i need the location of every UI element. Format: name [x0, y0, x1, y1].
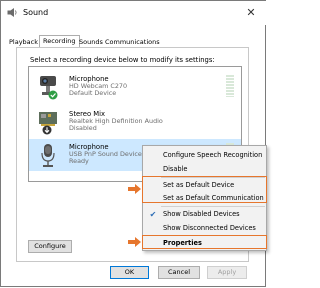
instruction-text: Select a recording device below to modif… — [30, 56, 215, 64]
menu-item-configure-speech-recognition[interactable]: Configure Speech Recognition — [143, 149, 266, 162]
window-title: Sound — [23, 8, 49, 17]
device-status: Disabled — [69, 124, 97, 132]
close-button[interactable]: ✕ — [244, 6, 258, 20]
title-bar: Sound ✕ — [1, 1, 266, 25]
level-meter — [226, 75, 234, 99]
apply-button[interactable]: Apply — [207, 266, 247, 279]
configure-button[interactable]: Configure — [28, 240, 72, 253]
ok-button[interactable]: OK — [110, 266, 149, 279]
speaker-icon — [7, 8, 17, 17]
menu-item-show-disconnected-devices[interactable]: Show Disconnected Devices — [143, 222, 266, 235]
menu-separator — [161, 206, 265, 207]
device-status: Ready — [69, 157, 89, 165]
green-check-icon — [48, 90, 58, 100]
highlight-box-default-options — [142, 176, 267, 203]
cancel-button[interactable]: Cancel — [158, 266, 200, 279]
close-icon: ✕ — [246, 6, 256, 19]
arrow-right-icon — [128, 237, 141, 247]
webcam-microphone-icon — [40, 76, 58, 100]
checkmark-icon: ✔ — [149, 210, 157, 219]
menu-item-disable[interactable]: Disable — [143, 163, 266, 176]
device-status: Default Device — [69, 89, 117, 97]
microphone-icon — [41, 144, 55, 167]
device-row-stereo-mix[interactable]: Stereo Mix Realtek High Definition Audio… — [29, 106, 241, 138]
menu-item-show-disabled-devices[interactable]: ✔ Show Disabled Devices — [143, 208, 266, 221]
highlight-box-properties — [142, 235, 267, 249]
arrow-right-icon — [128, 184, 141, 194]
device-row-webcam-microphone[interactable]: Microphone HD Webcam C270 Default Device — [29, 71, 241, 103]
soundcard-icon — [39, 112, 57, 135]
